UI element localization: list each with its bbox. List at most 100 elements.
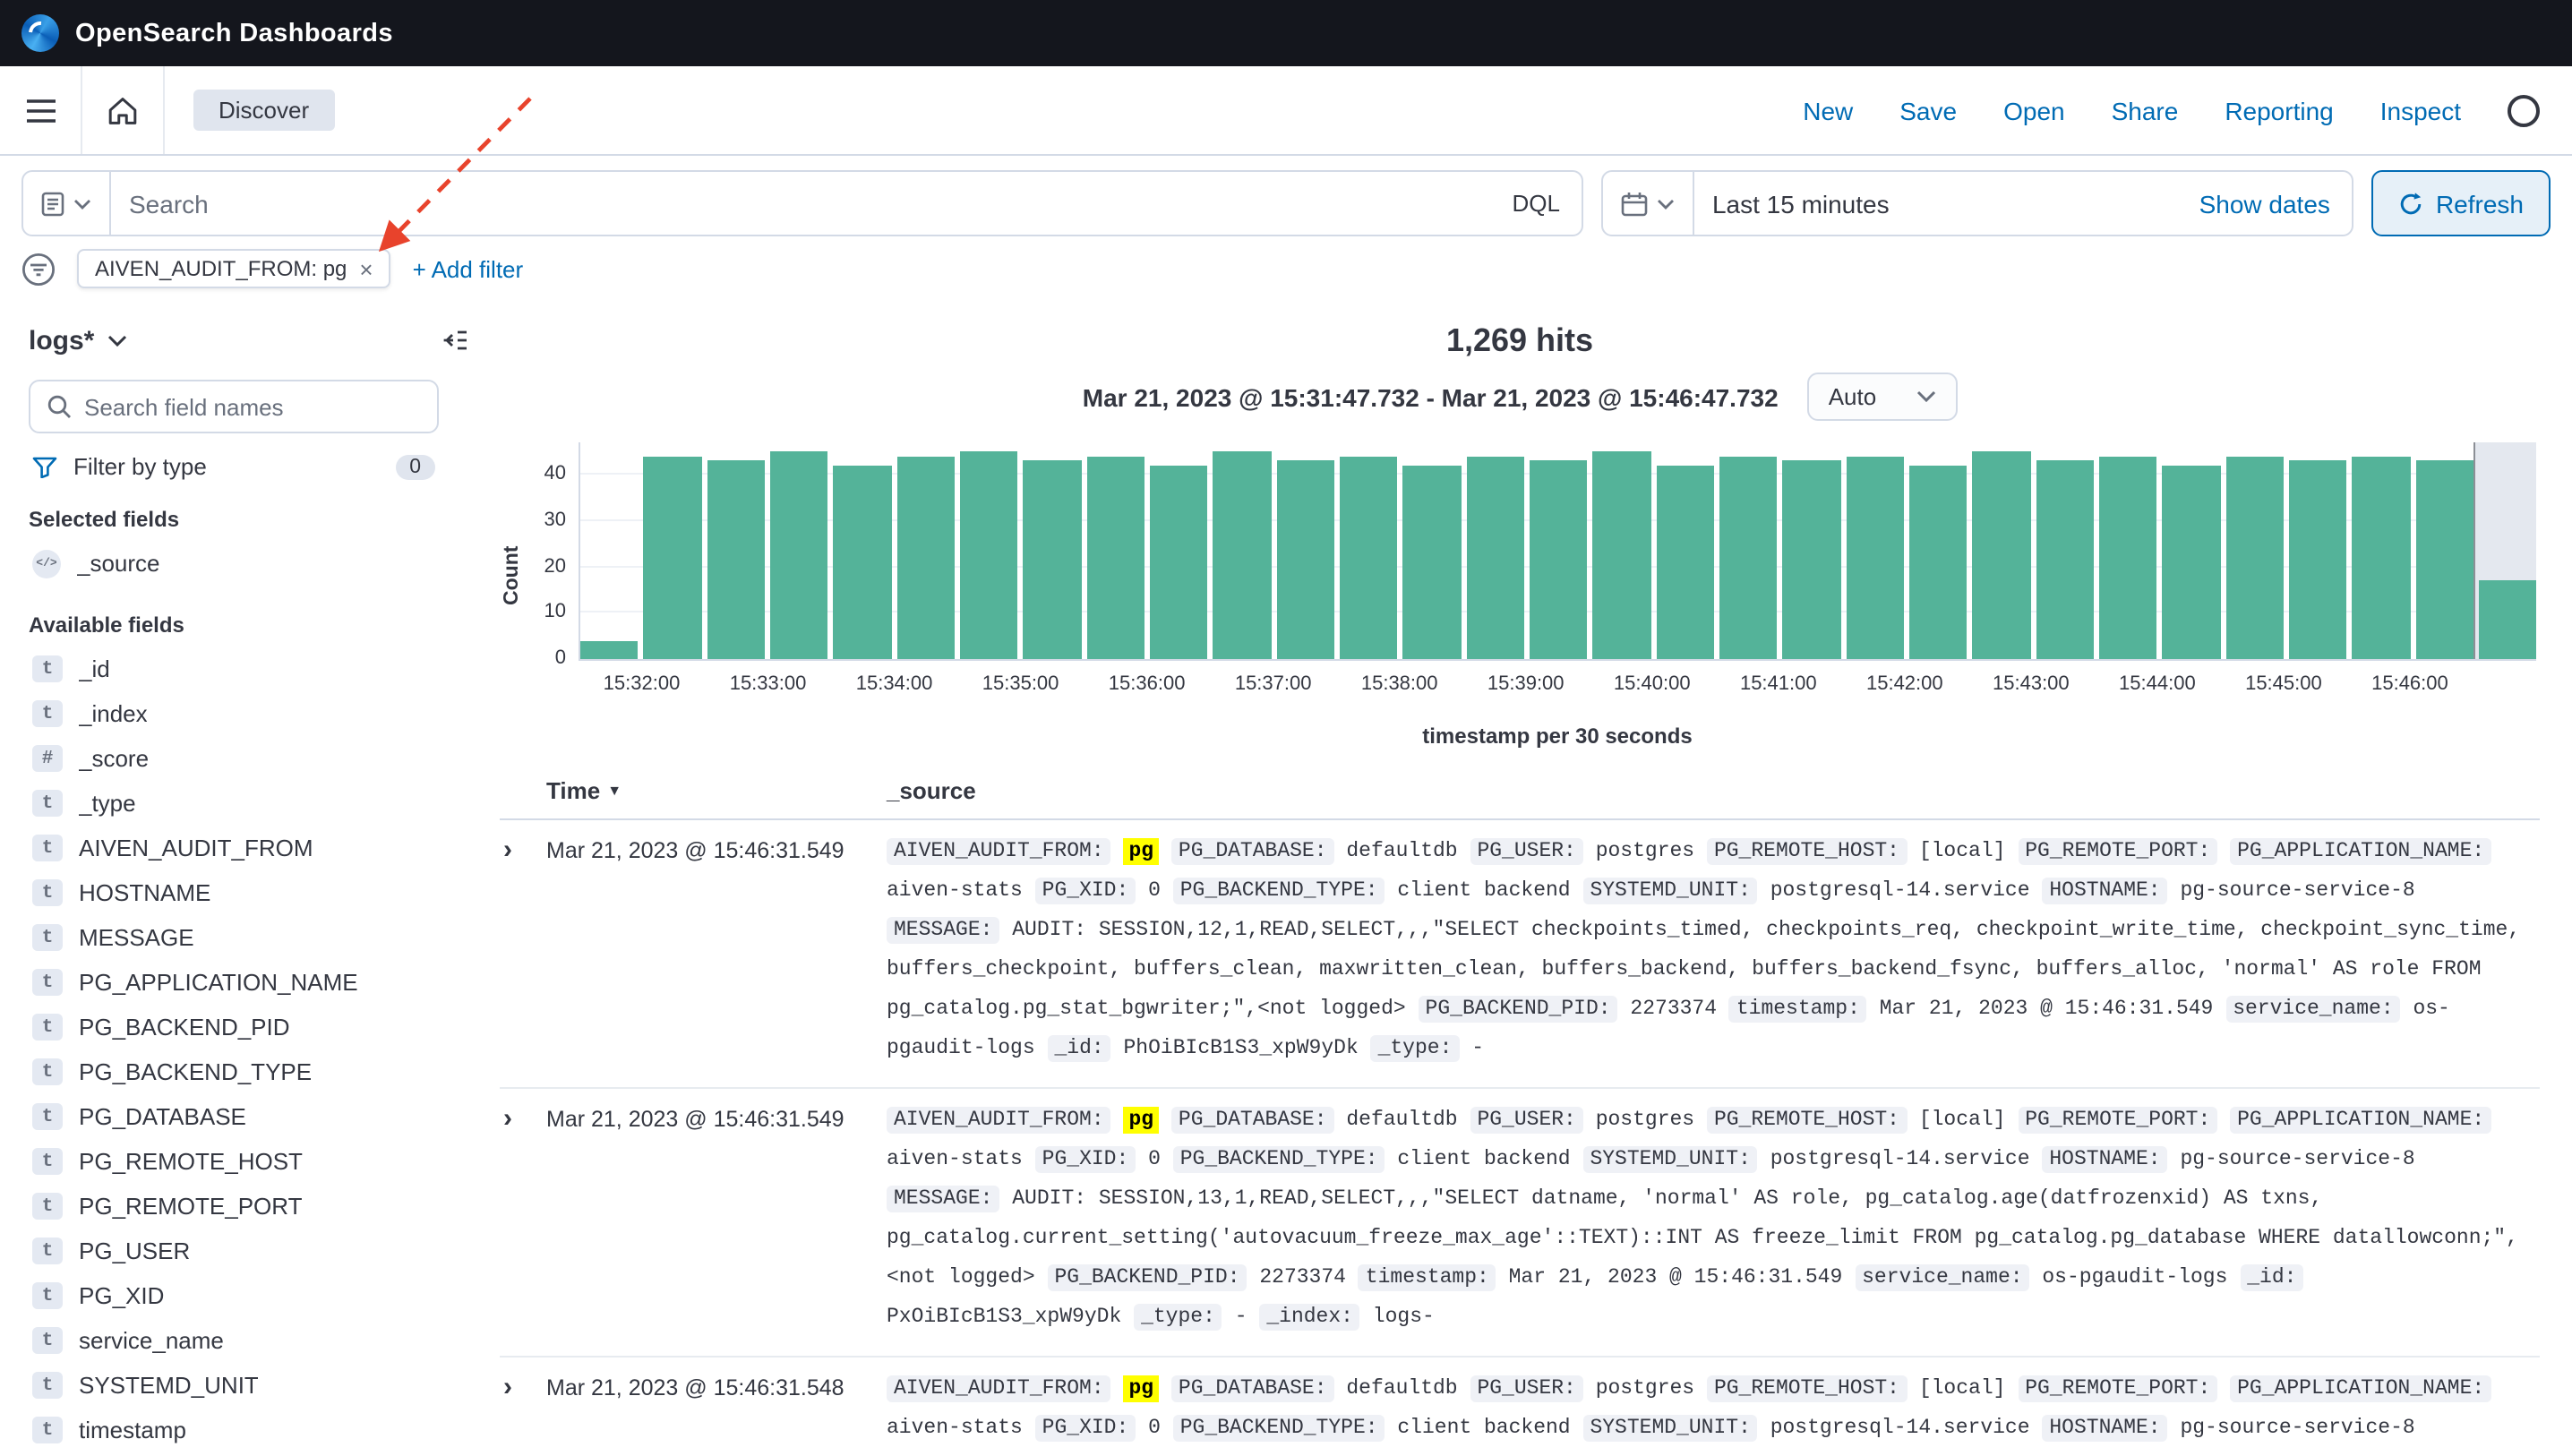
x-tick-label: 15:43:00	[1993, 673, 2070, 695]
histogram-bar[interactable]	[1213, 451, 1272, 659]
sort-desc-icon: ▼	[607, 783, 622, 799]
field-type-icon: t	[32, 1417, 63, 1443]
histogram-bar[interactable]	[896, 456, 955, 659]
source-field-name: PG_DATABASE:	[1171, 1375, 1334, 1402]
histogram-bar[interactable]	[1086, 456, 1145, 659]
add-filter-button[interactable]: + Add filter	[413, 255, 524, 282]
filter-pill[interactable]: AIVEN_AUDIT_FROM: pg ×	[77, 249, 391, 288]
histogram-bar[interactable]	[707, 461, 765, 659]
field-item-PG_XID[interactable]: tPG_XID	[29, 1273, 439, 1318]
field-item-_id[interactable]: t_id	[29, 647, 439, 691]
row-time: Mar 21, 2023 @ 15:46:31.549	[546, 1101, 887, 1338]
field-item-PG_BACKEND_PID[interactable]: tPG_BACKEND_PID	[29, 1005, 439, 1049]
histogram-bar[interactable]	[1024, 461, 1082, 659]
field-name: timestamp	[79, 1417, 186, 1443]
histogram-bars	[580, 442, 2536, 659]
histogram-bar[interactable]	[1909, 466, 1968, 659]
histogram-bar[interactable]	[1150, 466, 1208, 659]
histogram-bar[interactable]	[1656, 466, 1714, 659]
calendar-button[interactable]	[1603, 172, 1694, 235]
field-item-AIVEN_AUDIT_FROM[interactable]: tAIVEN_AUDIT_FROM	[29, 826, 439, 870]
field-item-PG_DATABASE[interactable]: tPG_DATABASE	[29, 1094, 439, 1139]
help-icon[interactable]	[2508, 94, 2540, 126]
field-item-_type[interactable]: t_type	[29, 781, 439, 826]
field-search-input[interactable]	[84, 393, 421, 420]
field-item-MESSAGE[interactable]: tMESSAGE	[29, 915, 439, 960]
filter-by-type-button[interactable]: Filter by type 0	[32, 453, 435, 480]
histogram-bar[interactable]	[1719, 456, 1778, 659]
refresh-button[interactable]: Refresh	[2371, 170, 2551, 236]
histogram-bar[interactable]	[1782, 461, 1840, 659]
nav-action-reporting[interactable]: Reporting	[2225, 96, 2333, 124]
field-item-_score[interactable]: #_score	[29, 736, 439, 781]
source-field-value: postgresql-14.service	[1770, 1417, 2030, 1440]
histogram-bar[interactable]	[960, 451, 1018, 659]
histogram-bar[interactable]	[1530, 461, 1588, 659]
histogram-bar[interactable]	[2352, 456, 2410, 659]
field-type-icon: t	[32, 1103, 63, 1130]
histogram-bar[interactable]	[1340, 456, 1398, 659]
filter-menu-icon[interactable]	[21, 252, 56, 286]
nav-action-new[interactable]: New	[1803, 96, 1853, 124]
interval-select[interactable]: Auto	[1807, 373, 1958, 421]
field-item-PG_APPLICATION_NAME[interactable]: tPG_APPLICATION_NAME	[29, 960, 439, 1005]
field-item-_index[interactable]: t_index	[29, 691, 439, 736]
x-tick-label: 15:33:00	[730, 673, 807, 695]
expand-row-icon[interactable]: ›	[500, 1370, 546, 1452]
histogram-bar[interactable]	[2099, 456, 2157, 659]
source-field-name: _id:	[2240, 1264, 2303, 1291]
close-icon[interactable]: ×	[359, 257, 373, 280]
expand-row-icon[interactable]: ›	[500, 1101, 546, 1338]
saved-query-button[interactable]	[23, 172, 111, 235]
show-dates-button[interactable]: Show dates	[2178, 189, 2352, 218]
histogram-bar[interactable]	[1403, 466, 1462, 659]
source-field-value: defaultdb	[1346, 1377, 1457, 1400]
field-item-PG_REMOTE_PORT[interactable]: tPG_REMOTE_PORT	[29, 1184, 439, 1229]
field-item-_source[interactable]: </>_source	[29, 541, 439, 586]
query-language-button[interactable]: DQL	[1490, 190, 1581, 217]
histogram-bar[interactable]	[2289, 461, 2347, 659]
nav-action-share[interactable]: Share	[2112, 96, 2179, 124]
x-tick-label: 15:39:00	[1487, 673, 1565, 695]
field-item-service_name[interactable]: tservice_name	[29, 1318, 439, 1363]
field-item-HOSTNAME[interactable]: tHOSTNAME	[29, 870, 439, 915]
chevron-down-icon	[1657, 198, 1675, 209]
field-type-icon: t	[32, 924, 63, 951]
histogram-bar[interactable]	[834, 466, 892, 659]
source-field-name: PG_BACKEND_TYPE:	[1173, 1146, 1385, 1173]
histogram-bar[interactable]	[2225, 456, 2284, 659]
nav-action-save[interactable]: Save	[1899, 96, 1957, 124]
field-item-SYSTEMD_UNIT[interactable]: tSYSTEMD_UNIT	[29, 1363, 439, 1408]
field-name: AIVEN_AUDIT_FROM	[79, 835, 313, 861]
field-item-PG_USER[interactable]: tPG_USER	[29, 1229, 439, 1273]
histogram-bar[interactable]	[2162, 466, 2220, 659]
search-input[interactable]	[111, 189, 1490, 218]
histogram-bar[interactable]	[1276, 461, 1334, 659]
histogram-bar[interactable]	[1972, 451, 2030, 659]
histogram-bar[interactable]	[2036, 461, 2094, 659]
histogram-bar[interactable]	[2479, 580, 2537, 659]
histogram-bar[interactable]	[2415, 461, 2473, 659]
menu-button[interactable]	[0, 66, 82, 154]
row-source: AIVEN_AUDIT_FROM: pg PG_DATABASE: defaul…	[887, 1101, 2540, 1338]
index-pattern-selector[interactable]: logs*	[29, 326, 126, 356]
field-name: _score	[79, 745, 149, 772]
field-item-PG_REMOTE_HOST[interactable]: tPG_REMOTE_HOST	[29, 1139, 439, 1184]
expand-row-icon[interactable]: ›	[500, 833, 546, 1069]
field-item-timestamp[interactable]: t timestamp	[29, 1408, 439, 1452]
field-item-PG_BACKEND_TYPE[interactable]: tPG_BACKEND_TYPE	[29, 1049, 439, 1094]
filter-pill-label: AIVEN_AUDIT_FROM: pg	[95, 256, 347, 281]
histogram-bar[interactable]	[770, 451, 828, 659]
histogram-bar[interactable]	[580, 640, 639, 659]
collapse-sidebar-button[interactable]	[433, 319, 476, 362]
histogram-bar[interactable]	[1466, 456, 1524, 659]
histogram-bar[interactable]	[644, 456, 702, 659]
histogram-bar[interactable]	[1846, 456, 1904, 659]
source-field-value: client backend	[1397, 1417, 1570, 1440]
home-button[interactable]	[82, 66, 165, 154]
nav-action-inspect[interactable]: Inspect	[2380, 96, 2461, 124]
histogram-bar[interactable]	[1593, 451, 1651, 659]
time-column-header[interactable]: Time ▼	[546, 777, 887, 804]
time-range-label[interactable]: Last 15 minutes	[1694, 189, 2178, 218]
nav-action-open[interactable]: Open	[2003, 96, 2065, 124]
